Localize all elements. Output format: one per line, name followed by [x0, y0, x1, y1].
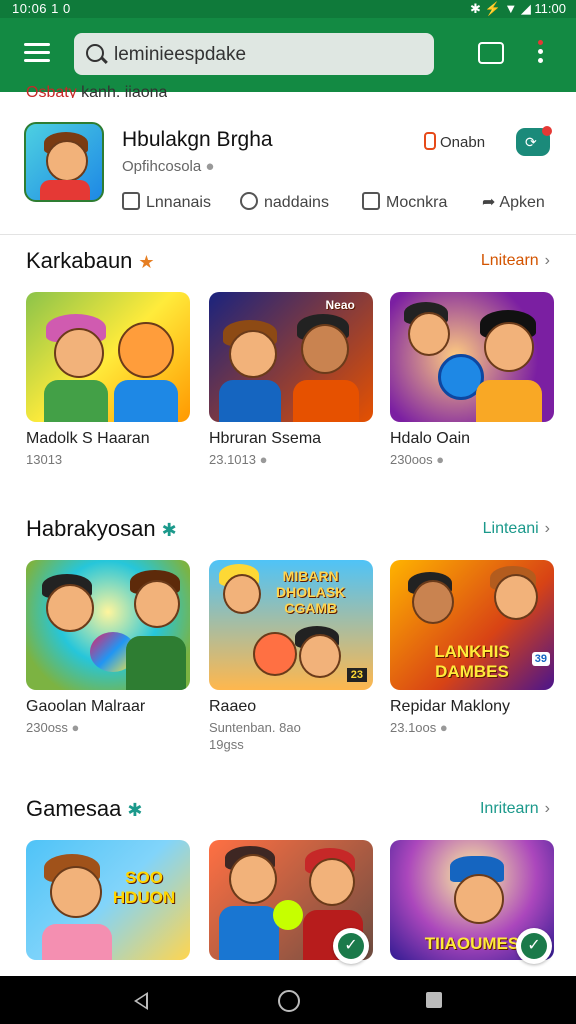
- status-icons: ✱ ⚡ ▼ ◢ 11:00: [470, 1, 566, 16]
- featured-app-card[interactable]: Hbulakgn Brgha Opfihcosola ● Onabn ⟳ Lnn…: [0, 100, 576, 235]
- install-button[interactable]: Onabn: [424, 132, 485, 151]
- thumbnail-number: 39: [531, 652, 550, 666]
- app-subtitle: Opfihcosola ●: [122, 158, 215, 175]
- back-icon[interactable]: [134, 992, 148, 1010]
- search-icon: [86, 44, 104, 62]
- game-meta: Suntenban. 8ao: [209, 720, 301, 735]
- action-item-2[interactable]: naddains: [240, 192, 329, 212]
- thumbnail-text: TIIAOUMES: [424, 934, 520, 953]
- cast-icon[interactable]: [478, 42, 504, 64]
- action-item-1[interactable]: Lnnanais: [122, 192, 211, 212]
- status-time: 10:06 1 0: [12, 1, 71, 16]
- game-meta-secondary: 19gss: [209, 737, 244, 752]
- game-tile[interactable]: Neao Hbruran Ssema 23.1013 ●: [209, 292, 373, 467]
- game-tile[interactable]: Hdalo Oain 230oos ●: [390, 292, 554, 467]
- share-icon: ⟳: [525, 134, 537, 150]
- share-arrow-icon: ➦: [482, 194, 496, 211]
- thumbnail-text: Neao: [325, 298, 355, 312]
- game-meta: 13013: [26, 452, 63, 467]
- game-tile[interactable]: Gaoolan Malraar 230oss ●: [26, 560, 190, 735]
- game-tile[interactable]: Madolk S Haaran 13013: [26, 292, 190, 467]
- app-title: Hbulakgn Brgha: [122, 128, 273, 151]
- check-icon: ✓: [521, 933, 547, 959]
- game-title: Gaoolan Malraar: [26, 698, 146, 715]
- star-icon: ✱: [127, 800, 143, 820]
- game-thumbnail[interactable]: Neao: [209, 292, 373, 422]
- game-thumbnail[interactable]: SOO HDUON: [26, 840, 190, 960]
- game-tile[interactable]: LANKHIS DAMBES 39 Repidar Maklony 23.1oo…: [390, 560, 554, 735]
- section-more-link[interactable]: Linteani ›: [483, 520, 550, 538]
- star-icon: ★: [138, 252, 155, 272]
- search-bar[interactable]: [74, 33, 434, 75]
- system-nav-bar: [0, 976, 576, 1024]
- game-tile[interactable]: MIBARN DHOLASK CGAMB 23 Raaeo Suntenban.…: [209, 560, 373, 752]
- square-icon: [122, 192, 140, 210]
- chevron-right-icon: ›: [544, 800, 550, 817]
- action-item-4[interactable]: ➦ Apken: [482, 192, 545, 212]
- share-button[interactable]: ⟳: [516, 126, 552, 156]
- recents-icon[interactable]: [426, 992, 442, 1008]
- cutoff-text-right: kanh. iiaona: [81, 84, 168, 98]
- install-icon: [424, 132, 436, 150]
- game-tile[interactable]: TIIAOUMES ✓: [390, 840, 554, 964]
- section-more-link[interactable]: Lnitearn ›: [481, 252, 550, 270]
- star-icon: ✱: [161, 520, 177, 540]
- game-thumbnail[interactable]: LANKHIS DAMBES 39: [390, 560, 554, 690]
- top-app-bar: [0, 18, 576, 92]
- game-tile[interactable]: SOO HDUON: [26, 840, 190, 960]
- game-title: Hdalo Oain: [390, 430, 471, 447]
- game-thumbnail[interactable]: [390, 292, 554, 422]
- installed-badge: ✓: [516, 928, 552, 964]
- section-title: Karkabaun ★: [26, 248, 155, 273]
- chevron-right-icon: ›: [544, 520, 550, 537]
- status-bar: 10:06 1 0 ✱ ⚡ ▼ ◢ 11:00: [0, 0, 576, 18]
- game-meta: 23.1013 ●: [209, 452, 268, 467]
- game-meta: 23.1oos ●: [390, 720, 448, 735]
- check-icon: ✓: [338, 933, 364, 959]
- more-vert-icon[interactable]: [538, 40, 544, 67]
- home-icon[interactable]: [278, 990, 300, 1012]
- game-title: Repidar Maklony: [390, 698, 511, 715]
- app-icon[interactable]: [24, 122, 104, 202]
- cutoff-header: Osbaty kanh. iiaona: [26, 84, 167, 98]
- menu-icon[interactable]: [24, 43, 50, 65]
- notification-dot: [542, 126, 552, 136]
- action-item-3[interactable]: Mocnkra: [362, 192, 447, 212]
- game-tile[interactable]: ✓: [209, 840, 373, 964]
- section-title: Habrakyosan ✱: [26, 516, 177, 541]
- chevron-right-icon: ›: [544, 252, 550, 269]
- game-title: Madolk S Haaran: [26, 430, 150, 447]
- game-thumbnail[interactable]: MIBARN DHOLASK CGAMB 23: [209, 560, 373, 690]
- game-title: Hbruran Ssema: [209, 430, 322, 447]
- installed-badge: ✓: [333, 928, 369, 964]
- game-title: Raaeo: [209, 698, 257, 715]
- thumbnail-text: MIBARN DHOLASK CGAMB: [276, 568, 346, 616]
- game-meta: 230oss ●: [26, 720, 80, 735]
- game-thumbnail[interactable]: [26, 560, 190, 690]
- search-input[interactable]: [112, 41, 416, 69]
- game-meta: 230oos ●: [390, 452, 445, 467]
- section-title: Gamesaa ✱: [26, 796, 143, 821]
- document-icon: [362, 192, 380, 210]
- section-more-link[interactable]: Inritearn ›: [480, 800, 550, 818]
- thumbnail-number: 23: [346, 668, 367, 682]
- cutoff-text-left: Osbaty: [26, 84, 77, 98]
- game-thumbnail[interactable]: [26, 292, 190, 422]
- thumbnail-text: LANKHIS DAMBES: [434, 642, 510, 681]
- thumbnail-text: SOO HDUON: [112, 868, 176, 907]
- chat-icon: [240, 192, 258, 210]
